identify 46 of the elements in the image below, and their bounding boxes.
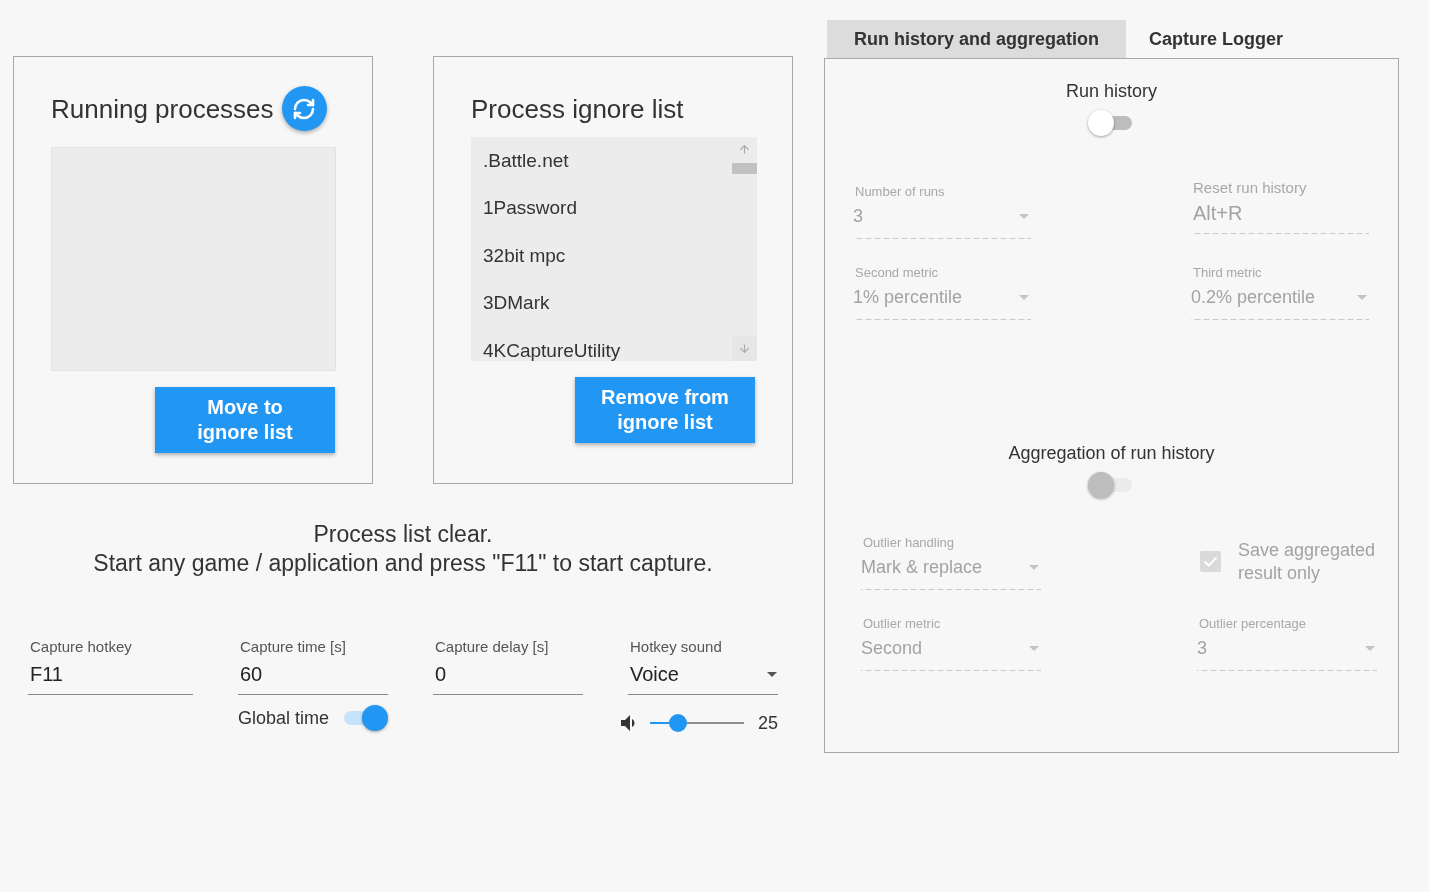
list-item[interactable]: 3DMark — [483, 293, 550, 314]
list-item[interactable]: 1Password — [483, 198, 577, 219]
list-item[interactable]: 4KCaptureUtility — [483, 340, 621, 361]
tab[interactable]: Run history and aggregation — [827, 20, 1126, 58]
volume-value: 25 — [757, 712, 778, 734]
field-label: Outlier handling — [862, 535, 956, 551]
text-field[interactable]: 0 — [433, 661, 583, 695]
caret-icon — [1029, 564, 1039, 570]
checkbox-label: Save aggregated result only — [1238, 539, 1377, 585]
section-title: Run history — [1065, 80, 1157, 102]
arrow-down-icon[interactable] — [738, 342, 751, 355]
panel-title: Process ignore list — [471, 92, 684, 125]
caret-icon — [767, 671, 777, 677]
checkmark-icon — [1203, 556, 1218, 567]
field-label: Reset run history — [1192, 180, 1308, 196]
section-title: Aggregation of run history — [1008, 442, 1215, 464]
field-label: Capture hotkey — [29, 638, 133, 656]
caret-icon — [1019, 213, 1029, 219]
refresh-icon — [292, 96, 317, 121]
caret-icon — [1357, 294, 1367, 300]
list-item[interactable]: .Battle.net — [483, 150, 569, 171]
text-field[interactable]: F11 — [28, 661, 193, 695]
select-field[interactable]: Voice — [628, 661, 778, 695]
refresh-button[interactable] — [281, 86, 327, 131]
tab[interactable]: Capture Logger — [1126, 20, 1306, 58]
field-label: Capture time [s] — [239, 638, 347, 656]
list-item[interactable]: 32bit mpc — [483, 245, 566, 266]
field-label: Hotkey sound — [629, 638, 723, 656]
arrow-up-icon[interactable] — [738, 143, 751, 156]
field-label: Third metric — [1192, 265, 1263, 281]
speaker-icon[interactable] — [621, 715, 635, 731]
field-label: Second metric — [854, 265, 940, 281]
field-label: Capture delay [s] — [434, 638, 550, 656]
caret-icon — [1029, 645, 1039, 651]
field-label: Number of runs — [854, 184, 946, 200]
switch-label: Global time — [238, 707, 330, 729]
slider-handle[interactable] — [669, 714, 688, 732]
text-field[interactable]: 60 — [238, 661, 388, 695]
panel-title: Running processes — [51, 92, 274, 125]
caret-icon — [1365, 645, 1375, 651]
field-label: Outlier metric — [862, 616, 942, 632]
scrollbar-thumb[interactable] — [732, 163, 757, 174]
status-text: Start any game / application and press "F11" to start capture. — [93, 549, 713, 578]
field-label: Outlier percentage — [1198, 616, 1307, 632]
status-text: Process list clear. — [313, 520, 493, 549]
caret-icon — [1019, 294, 1029, 300]
